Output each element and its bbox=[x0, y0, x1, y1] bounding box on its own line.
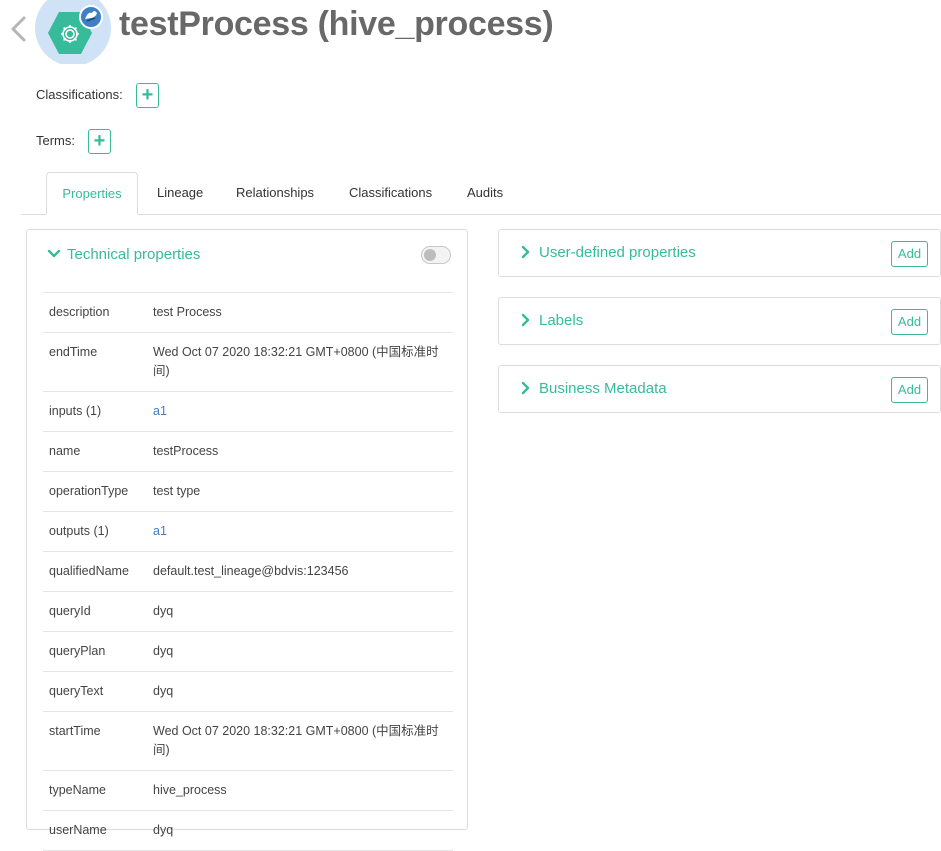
table-row: queryId dyq bbox=[43, 592, 453, 632]
property-key: typeName bbox=[49, 783, 106, 797]
property-key: endTime bbox=[49, 345, 98, 359]
property-value: testProcess bbox=[153, 444, 219, 458]
table-row: userName dyq bbox=[43, 811, 453, 851]
add-term-button[interactable]: + bbox=[88, 129, 111, 154]
table-row: startTime Wed Oct 07 2020 18:32:21 GMT+0… bbox=[43, 712, 453, 771]
property-key: outputs (1) bbox=[49, 524, 109, 538]
property-key: queryPlan bbox=[49, 644, 106, 658]
table-row: qualifiedName default.test_lineage@bdvis… bbox=[43, 552, 453, 592]
terms-label: Terms: bbox=[36, 133, 75, 148]
table-row: name testProcess bbox=[43, 432, 453, 472]
property-key: description bbox=[49, 305, 110, 319]
user-defined-properties-panel: User-defined properties Add bbox=[498, 229, 941, 277]
property-key: queryText bbox=[49, 684, 104, 698]
table-row: typeName hive_process bbox=[43, 771, 453, 811]
add-user-defined-property-button[interactable]: Add bbox=[891, 241, 928, 267]
chevron-right-icon bbox=[521, 381, 530, 395]
table-row: queryPlan dyq bbox=[43, 632, 453, 672]
property-key: inputs (1) bbox=[49, 404, 102, 418]
property-value: dyq bbox=[153, 644, 174, 658]
add-label-button[interactable]: Add bbox=[891, 309, 928, 335]
property-value: a1 bbox=[153, 512, 453, 551]
chevron-down-icon bbox=[47, 249, 61, 258]
process-gear-icon bbox=[35, 0, 111, 66]
property-value: dyq bbox=[153, 684, 174, 698]
property-value: default.test_lineage@bdvis:123456 bbox=[153, 564, 349, 578]
technical-properties-title: Technical properties bbox=[67, 246, 201, 263]
technical-properties-toggle[interactable]: Technical properties bbox=[47, 246, 200, 263]
show-empty-values-switch[interactable] bbox=[421, 246, 451, 264]
business-metadata-toggle[interactable]: Business Metadata bbox=[519, 380, 667, 397]
property-value: Wed Oct 07 2020 18:32:21 GMT+0800 (中国标准时… bbox=[153, 724, 439, 757]
table-row: description test Process bbox=[43, 293, 453, 333]
labels-title: Labels bbox=[539, 312, 584, 329]
property-key: userName bbox=[49, 823, 107, 837]
properties-table: description test Process endTime Wed Oct… bbox=[43, 292, 453, 851]
plus-icon: + bbox=[141, 84, 154, 106]
tab-relationships[interactable]: Relationships bbox=[236, 172, 314, 214]
business-metadata-panel: Business Metadata Add bbox=[498, 365, 941, 413]
property-value: Wed Oct 07 2020 18:32:21 GMT+0800 (中国标准时… bbox=[153, 345, 439, 378]
table-row: outputs (1) a1 bbox=[43, 512, 453, 552]
table-row: endTime Wed Oct 07 2020 18:32:21 GMT+080… bbox=[43, 333, 453, 392]
inputs-link[interactable]: a1 bbox=[153, 404, 167, 418]
property-key: name bbox=[49, 444, 81, 458]
plus-icon: + bbox=[93, 130, 106, 152]
property-value: a1 bbox=[153, 392, 453, 431]
business-metadata-title: Business Metadata bbox=[539, 380, 667, 397]
add-classification-button[interactable]: + bbox=[136, 83, 159, 108]
table-row: queryText dyq bbox=[43, 672, 453, 712]
chevron-right-icon bbox=[521, 313, 530, 327]
technical-properties-panel: Technical properties description test Pr… bbox=[26, 229, 468, 851]
add-business-metadata-button[interactable]: Add bbox=[891, 377, 928, 403]
property-value: test Process bbox=[153, 305, 222, 319]
outputs-link[interactable]: a1 bbox=[153, 524, 167, 538]
property-key: startTime bbox=[49, 724, 101, 738]
tab-classifications[interactable]: Classifications bbox=[349, 172, 432, 214]
chevron-right-icon bbox=[521, 245, 530, 259]
property-key: queryId bbox=[49, 604, 91, 618]
switch-knob bbox=[424, 249, 436, 261]
property-value: dyq bbox=[153, 823, 174, 837]
property-value: test type bbox=[153, 484, 201, 498]
table-row: operationType test type bbox=[43, 472, 453, 512]
property-key: qualifiedName bbox=[49, 564, 129, 578]
classifications-label: Classifications: bbox=[36, 87, 123, 102]
tab-lineage[interactable]: Lineage bbox=[157, 172, 203, 214]
page-title: testProcess (hive_process) bbox=[119, 5, 554, 43]
property-key: operationType bbox=[49, 484, 129, 498]
detail-tabs: Properties Lineage Relationships Classif… bbox=[21, 172, 941, 215]
back-button[interactable] bbox=[8, 14, 30, 44]
user-defined-properties-title: User-defined properties bbox=[539, 244, 696, 261]
property-value: dyq bbox=[153, 604, 174, 618]
labels-toggle[interactable]: Labels bbox=[519, 312, 583, 329]
tab-audits[interactable]: Audits bbox=[467, 172, 503, 214]
property-value: hive_process bbox=[153, 783, 227, 797]
labels-panel: Labels Add bbox=[498, 297, 941, 345]
tab-properties[interactable]: Properties bbox=[46, 172, 138, 215]
chevron-left-icon bbox=[11, 16, 26, 42]
table-row: inputs (1) a1 bbox=[43, 392, 453, 432]
user-defined-properties-toggle[interactable]: User-defined properties bbox=[519, 244, 696, 261]
entity-avatar bbox=[35, 0, 111, 66]
